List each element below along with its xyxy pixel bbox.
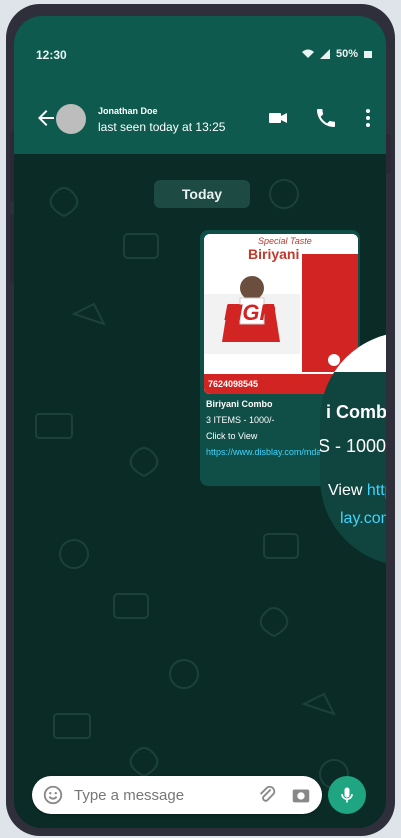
arrow-left-icon[interactable] xyxy=(34,106,58,130)
clock: 12:30 xyxy=(36,48,67,62)
emoji-icon[interactable] xyxy=(42,784,64,806)
flyer-phone: 7624098545 xyxy=(208,379,259,389)
avatar[interactable] xyxy=(56,104,86,134)
message-input-placeholder[interactable]: Type a message xyxy=(74,787,184,804)
flyer-badge: MGR xyxy=(224,300,276,325)
video-camera-icon[interactable] xyxy=(266,106,290,130)
contact-name[interactable]: Jonathan Doe xyxy=(98,106,158,116)
zoom-title: i Combo xyxy=(326,402,386,422)
microphone-icon xyxy=(341,787,353,803)
signal-icon xyxy=(319,49,330,59)
chat-area[interactable]: Today Special Taste Biriyani MGR 7624098… xyxy=(14,154,386,828)
battery-percent: 50% xyxy=(335,48,358,60)
flyer-brand: Biriyani xyxy=(248,246,300,262)
message-click-label: Click to View xyxy=(206,431,258,441)
zoom-flyer-strip xyxy=(320,332,386,372)
zoom-view-line: View https: xyxy=(328,482,386,500)
zoom-link-1: https: xyxy=(366,482,386,499)
screen: 12:30 50% Jonathan Doe last seen today a… xyxy=(14,16,386,828)
date-badge: Today xyxy=(154,180,250,208)
status-icons: 50% xyxy=(301,48,372,60)
message-composer[interactable]: Type a message xyxy=(32,776,322,814)
chat-header: Jonathan Doe last seen today at 13:25 xyxy=(14,98,386,154)
wifi-icon xyxy=(301,49,314,58)
paperclip-icon[interactable] xyxy=(256,784,278,806)
camera-icon[interactable] xyxy=(290,784,312,806)
phone-icon[interactable] xyxy=(314,106,338,130)
last-seen: last seen today at 13:25 xyxy=(98,120,226,134)
battery-icon xyxy=(364,51,372,58)
zoom-link-2: lay.com/ xyxy=(340,510,386,527)
zoom-view-label: View xyxy=(328,482,367,499)
flyer-tagline: Special Taste xyxy=(258,236,312,246)
status-bar: 12:30 50% xyxy=(14,16,386,98)
zoom-items: S - 1000/- xyxy=(320,436,386,456)
mic-button[interactable] xyxy=(328,776,366,814)
more-vertical-icon[interactable] xyxy=(356,106,380,130)
